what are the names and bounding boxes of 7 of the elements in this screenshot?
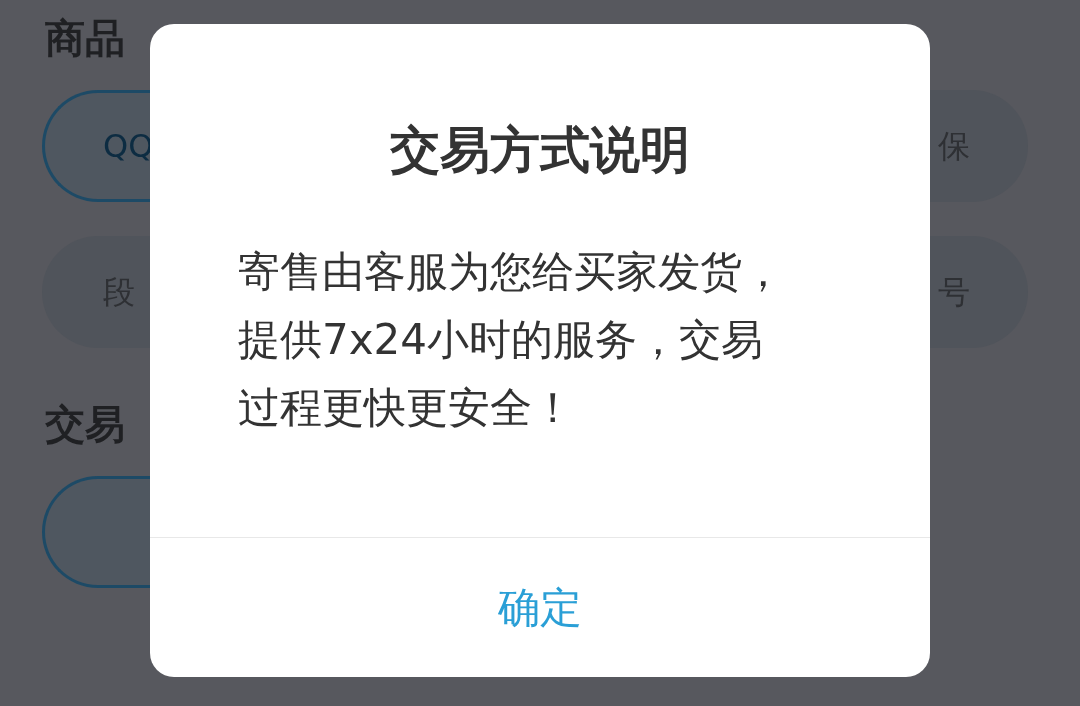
option-chip[interactable]: QQ bbox=[42, 90, 150, 202]
section-heading: 商品 bbox=[45, 14, 125, 62]
confirm-button[interactable]: 确定 bbox=[490, 576, 590, 639]
option-chip[interactable] bbox=[42, 476, 150, 588]
section-heading: 交易 bbox=[45, 400, 125, 448]
dialog-title: 交易方式说明 bbox=[389, 120, 691, 180]
dialog-message: 寄售由客服为您给买家发货，提供7x24小时的服务，交易过程更快更安全！ bbox=[238, 246, 785, 434]
